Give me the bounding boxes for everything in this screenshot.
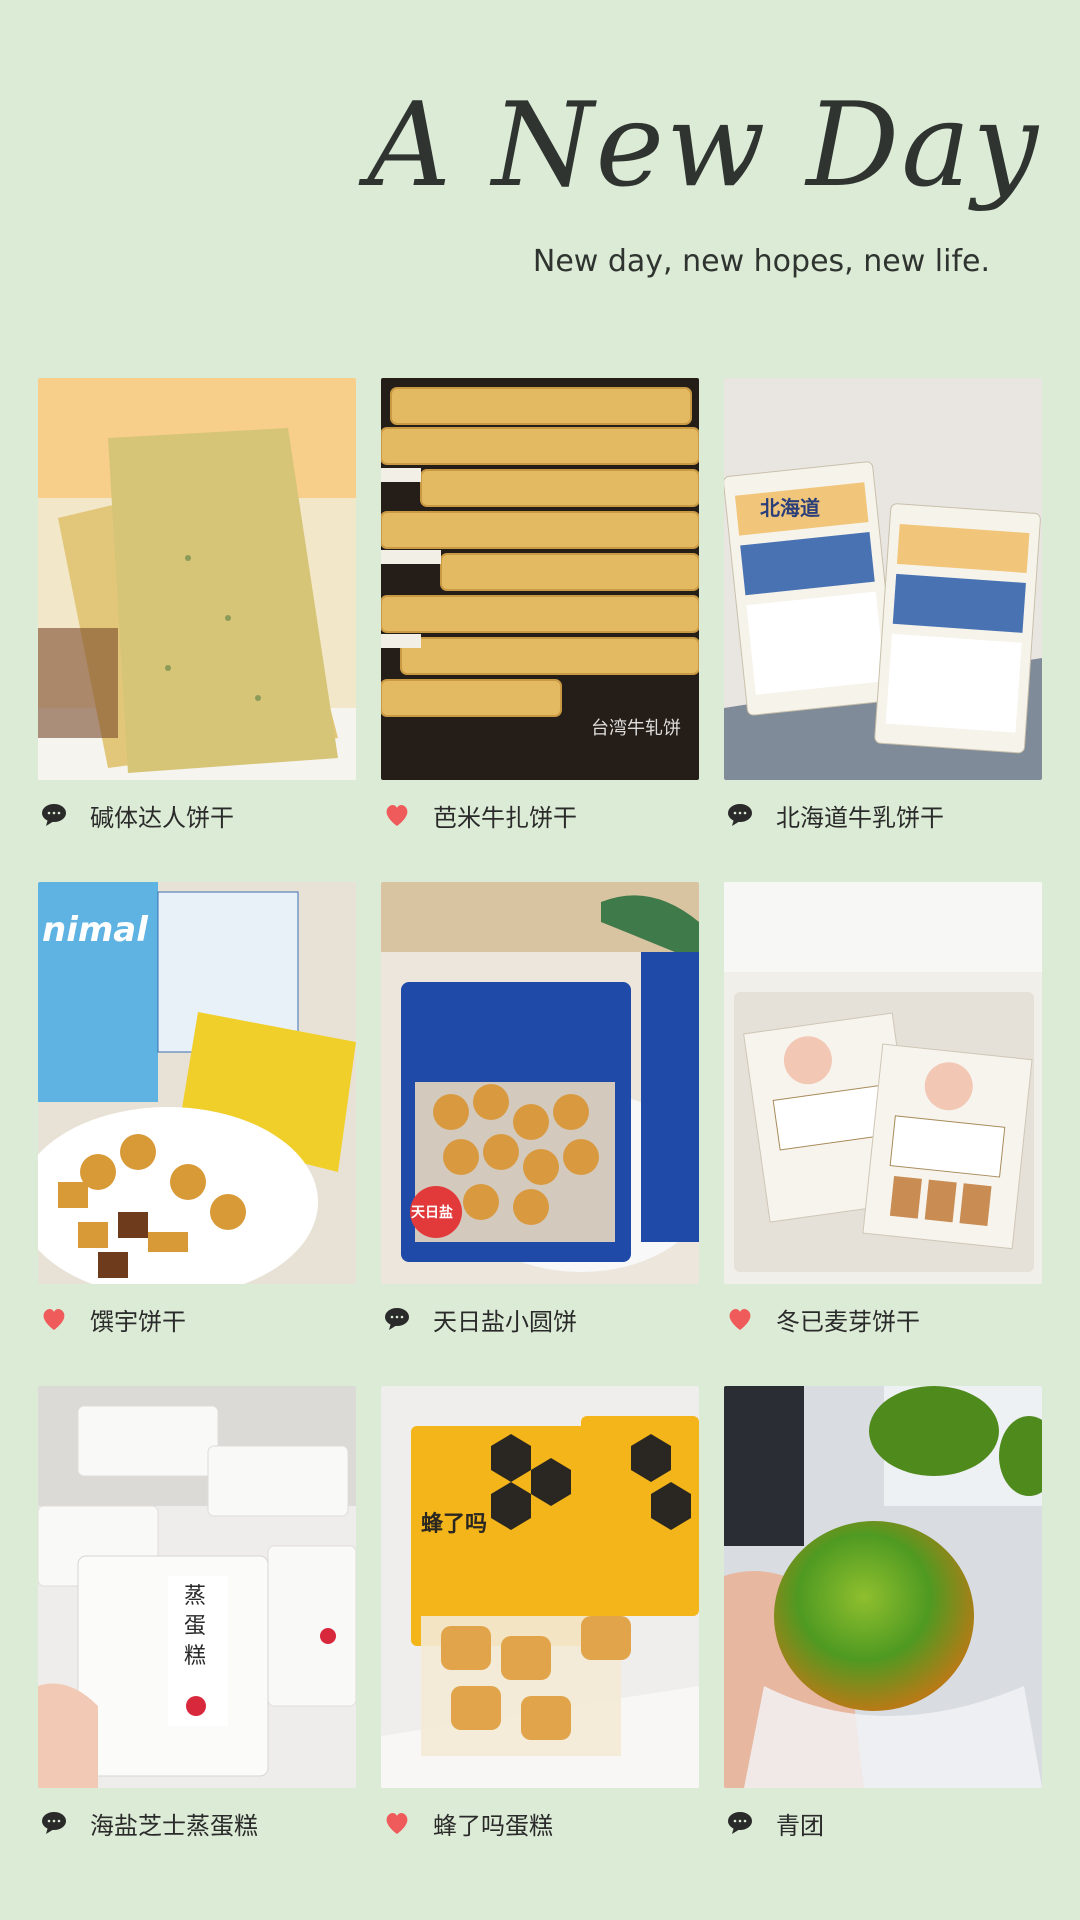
product-image[interactable] <box>38 378 356 780</box>
product-grid: 碱体达人饼干 台湾牛轧饼 芭米牛扎饼干 北海道 北海道牛乳饼干 nimal 馔宇… <box>38 378 1042 1850</box>
product-card[interactable]: 天日盐 天日盐小圆饼 <box>381 882 699 1346</box>
product-image[interactable]: 北海道 <box>724 378 1042 780</box>
product-image[interactable] <box>724 882 1042 1284</box>
product-image[interactable]: 天日盐 <box>381 882 699 1284</box>
product-name[interactable]: 冬已麦芽饼干 <box>776 1302 920 1337</box>
header: A New Day New day, new hopes, new life. <box>0 0 1080 300</box>
product-card[interactable]: 蜂了吗 蜂了吗蛋糕 <box>381 1386 699 1850</box>
heart-icon[interactable] <box>383 1809 411 1837</box>
product-card[interactable]: 北海道 北海道牛乳饼干 <box>724 378 1042 842</box>
comment-icon[interactable] <box>40 1809 68 1837</box>
product-image-text: nimal <box>42 910 148 950</box>
page: A New Day New day, new hopes, new life. <box>0 0 1080 1920</box>
product-card[interactable]: nimal 馔宇饼干 <box>38 882 356 1346</box>
product-card[interactable]: 碱体达人饼干 <box>38 378 356 842</box>
product-image-text: 天日盐 <box>411 1205 453 1221</box>
product-card[interactable]: 蒸蛋糕 海盐芝士蒸蛋糕 <box>38 1386 356 1850</box>
product-name[interactable]: 海盐芝士蒸蛋糕 <box>90 1806 258 1841</box>
product-name[interactable]: 天日盐小圆饼 <box>433 1302 577 1337</box>
product-image[interactable]: 蒸蛋糕 <box>38 1386 356 1788</box>
comment-icon[interactable] <box>40 801 68 829</box>
heart-icon[interactable] <box>40 1305 68 1333</box>
product-card[interactable]: 台湾牛轧饼 芭米牛扎饼干 <box>381 378 699 842</box>
product-image[interactable] <box>724 1386 1042 1788</box>
comment-icon[interactable] <box>383 1305 411 1333</box>
product-image[interactable]: 蜂了吗 <box>381 1386 699 1788</box>
page-subtitle: New day, new hopes, new life. <box>532 244 990 279</box>
product-image-text: 北海道 <box>760 496 820 520</box>
heart-icon[interactable] <box>383 801 411 829</box>
product-image-text: 台湾牛轧饼 <box>591 718 681 739</box>
product-image[interactable]: nimal <box>38 882 356 1284</box>
product-name[interactable]: 北海道牛乳饼干 <box>776 798 944 833</box>
product-name[interactable]: 蜂了吗蛋糕 <box>433 1806 553 1841</box>
product-name[interactable]: 馔宇饼干 <box>90 1302 186 1337</box>
heart-icon[interactable] <box>726 1305 754 1333</box>
product-card[interactable]: 青团 <box>724 1386 1042 1850</box>
page-title: A New Day <box>367 78 1040 213</box>
comment-icon[interactable] <box>726 1809 754 1837</box>
product-name[interactable]: 碱体达人饼干 <box>90 798 234 833</box>
comment-icon[interactable] <box>726 801 754 829</box>
product-image[interactable]: 台湾牛轧饼 <box>381 378 699 780</box>
product-name[interactable]: 芭米牛扎饼干 <box>433 798 577 833</box>
product-image-text: 蜂了吗 <box>421 1512 488 1537</box>
product-name[interactable]: 青团 <box>776 1806 824 1841</box>
product-card[interactable]: 冬已麦芽饼干 <box>724 882 1042 1346</box>
product-image-text: 蒸蛋糕 <box>184 1584 207 1669</box>
